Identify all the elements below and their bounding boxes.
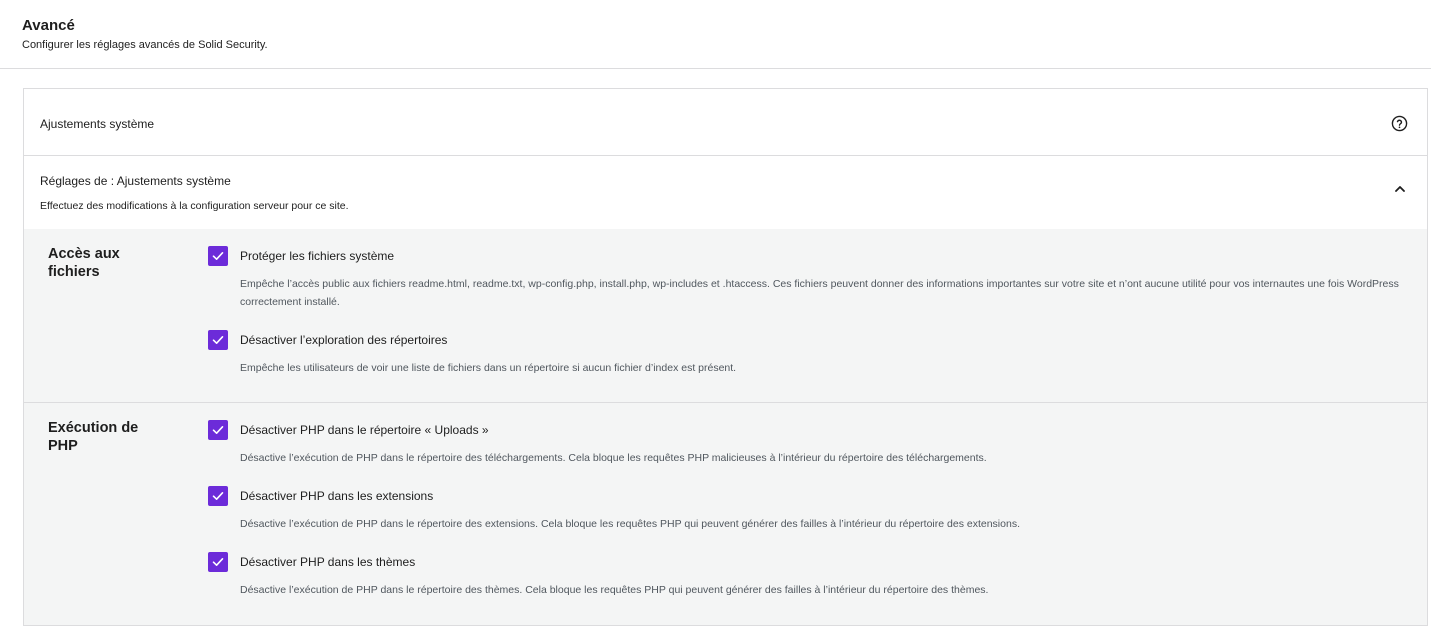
checkbox-disable-php-plugins[interactable] [208, 486, 228, 506]
page-title: Avancé [22, 17, 75, 34]
checkmark-icon [212, 252, 224, 260]
checkmark-icon [212, 336, 224, 344]
section-label: Accès aux fichiers [48, 246, 120, 280]
settings-header: Réglages de : Ajustements système Effect… [24, 156, 1427, 229]
option-description: Empêche l’accès public aux fichiers read… [240, 278, 1399, 308]
section-label: Exécution de PHP [48, 420, 139, 454]
card-title: Ajustements système [40, 117, 155, 131]
card-header: Ajustements système [24, 89, 1427, 156]
page-header: Avancé Configurer les réglages avancés d… [0, 0, 1431, 69]
checkbox-disable-directory-browsing[interactable] [208, 330, 228, 350]
option-label[interactable]: Désactiver PHP dans le répertoire « Uplo… [240, 423, 489, 437]
section-file-access: Accès aux fichiers Protéger les fichiers… [24, 229, 1427, 403]
option-description: Désactive l’exécution de PHP dans le rép… [240, 452, 987, 464]
option-description: Désactive l’exécution de PHP dans le rép… [240, 584, 989, 596]
section-php-execution: Exécution de PHP Désactiver PHP dans le … [24, 403, 1427, 625]
checkmark-icon [212, 426, 224, 434]
checkbox-disable-php-uploads[interactable] [208, 420, 228, 440]
option-description: Empêche les utilisateurs de voir une lis… [240, 362, 737, 374]
option-label[interactable]: Protéger les fichiers système [240, 249, 394, 263]
settings-title: Réglages de : Ajustements système [40, 174, 231, 188]
option-label[interactable]: Désactiver l’exploration des répertoires [240, 333, 447, 347]
checkbox-protect-system-files[interactable] [208, 246, 228, 266]
settings-description: Effectuez des modifications à la configu… [40, 200, 349, 212]
system-tweaks-card: Ajustements système Réglages de : Ajuste… [23, 88, 1428, 626]
help-circle-icon[interactable] [1391, 115, 1408, 132]
checkmark-icon [212, 558, 224, 566]
chevron-up-icon[interactable] [1393, 182, 1407, 196]
option-label[interactable]: Désactiver PHP dans les thèmes [240, 555, 415, 569]
checkbox-disable-php-themes[interactable] [208, 552, 228, 572]
checkmark-icon [212, 492, 224, 500]
page-description: Configurer les réglages avancés de Solid… [22, 39, 268, 51]
option-description: Désactive l’exécution de PHP dans le rép… [240, 518, 1020, 530]
option-label[interactable]: Désactiver PHP dans les extensions [240, 489, 433, 503]
